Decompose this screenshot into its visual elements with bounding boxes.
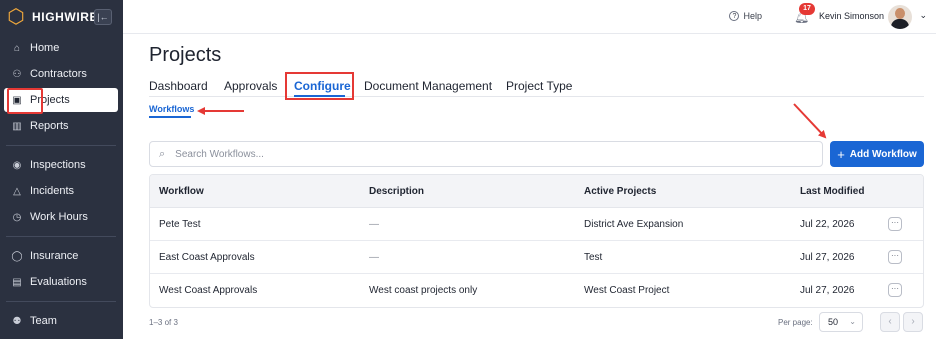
per-page-select[interactable]: 50 ⌄ [819,312,863,332]
help-label: Help [743,11,762,21]
contractors-icon: ⚇ [12,68,22,80]
sidebar-divider [6,145,116,146]
previous-page-button[interactable]: ‹ [880,312,900,332]
next-page-button[interactable]: › [903,312,923,332]
team-icon: ⚉ [12,315,22,327]
add-workflow-button[interactable]: + Add Workflow [830,141,924,167]
topbar: ? Help 🔔︎ 17 Kevin Simonson ⌄ [123,0,936,34]
table-row[interactable]: Pete Test — District Ave Expansion Jul 2… [150,208,923,241]
help-link[interactable]: ? Help [729,11,762,21]
sidebar-item-inspections[interactable]: ◉ Inspections [4,153,118,177]
chevron-down-icon[interactable]: ⌄ [919,10,927,21]
table-row[interactable]: East Coast Approvals — Test Jul 27, 2026… [150,241,923,274]
sidebar-item-evaluations[interactable]: ▤ Evaluations [4,270,118,294]
home-icon: ⌂ [13,42,21,54]
hexagon-icon: ⬡ [7,6,25,28]
column-header-active-projects[interactable]: Active Projects [584,186,656,197]
brand-name: HIGHWIRE [32,10,99,24]
sidebar-item-home[interactable]: ⌂ Home [4,36,118,60]
clock-icon: ◷ [12,211,22,223]
tab-document-management[interactable]: Document Management [364,79,492,93]
cell-workflow: West Coast Approvals [159,285,258,296]
cell-description: — [369,219,379,230]
sidebar-item-label: Contractors [30,68,87,80]
column-header-description[interactable]: Description [369,186,424,197]
more-options-button[interactable]: ··· [888,283,902,297]
sidebar-item-label: Insurance [30,250,79,262]
sidebar-item-contractors[interactable]: ⚇ Contractors [4,62,118,86]
eye-icon: ◉ [12,159,22,171]
sidebar-item-label: Team [30,315,57,327]
cell-active-projects: Test [584,252,603,263]
user-name[interactable]: Kevin Simonson [819,11,884,21]
tab-project-type[interactable]: Project Type [506,79,572,93]
search-input[interactable] [175,148,776,160]
subtab-workflows[interactable]: Workflows [149,104,194,114]
search-box: ⌕ [149,141,823,167]
annotation-arrow-add-workflow [793,103,827,139]
sidebar-item-label: Work Hours [30,211,88,223]
workflows-table: Workflow Description Active Projects Las… [149,174,924,308]
annotation-highlight-projects [7,88,43,114]
reports-icon: ▥ [12,120,22,132]
collapse-sidebar-icon: |← [97,12,109,22]
active-subtab-indicator [149,116,191,118]
cell-workflow: East Coast Approvals [159,252,255,263]
annotation-highlight-configure [285,72,354,100]
sidebar-item-label: Evaluations [30,276,87,288]
shield-icon: ◯ [11,250,23,262]
cell-last-modified: Jul 22, 2026 [800,219,855,230]
add-workflow-label: Add Workflow [849,148,917,160]
notification-badge: 17 [799,3,815,15]
collapse-sidebar-button[interactable]: |← [94,9,112,25]
cell-description: West coast projects only [369,285,478,296]
sidebar-item-label: Home [30,42,60,54]
cell-workflow: Pete Test [159,219,201,230]
more-options-button[interactable]: ··· [888,217,902,231]
table-row[interactable]: West Coast Approvals West coast projects… [150,274,923,307]
sidebar-item-insurance[interactable]: ◯ Insurance [4,244,118,268]
page-title: Projects [149,44,222,66]
column-header-workflow[interactable]: Workflow [159,186,204,197]
per-page-label: Per page: [778,318,813,327]
tabs-divider [149,96,924,97]
clipboard-icon: ▤ [12,276,22,288]
help-icon: ? [729,11,740,21]
cell-active-projects: West Coast Project [584,285,670,296]
search-icon: ⌕ [159,147,166,160]
sidebar-item-reports[interactable]: ▥ Reports [4,114,118,138]
warning-icon: △ [13,185,21,197]
sidebar-item-work-hours[interactable]: ◷ Work Hours [4,205,118,229]
sidebar-item-label: Reports [30,120,69,132]
cell-last-modified: Jul 27, 2026 [800,252,855,263]
sidebar-item-incidents[interactable]: △ Incidents [4,179,118,203]
more-options-button[interactable]: ··· [888,250,902,264]
pagination-count: 1–3 of 3 [149,318,178,327]
tab-approvals[interactable]: Approvals [224,79,277,93]
avatar[interactable] [888,5,912,29]
plus-icon: + [837,146,845,162]
sidebar-item-label: Inspections [30,159,86,171]
sidebar-item-label: Incidents [30,185,75,197]
cell-last-modified: Jul 27, 2026 [800,285,855,296]
cell-description: — [369,252,379,263]
sidebar: ⬡ HIGHWIRE |← ⌂ Home ⚇ Contractors ▣ Pro… [0,0,123,339]
chevron-down-icon: ⌄ [849,317,856,326]
tab-dashboard[interactable]: Dashboard [149,79,208,93]
table-header: Workflow Description Active Projects Las… [150,175,923,208]
per-page-value: 50 [828,317,839,327]
column-header-last-modified[interactable]: Last Modified [800,186,864,197]
sidebar-divider [6,301,116,302]
sidebar-item-team[interactable]: ⚉ Team [4,309,118,333]
sidebar-divider [6,236,116,237]
cell-active-projects: District Ave Expansion [584,219,684,230]
